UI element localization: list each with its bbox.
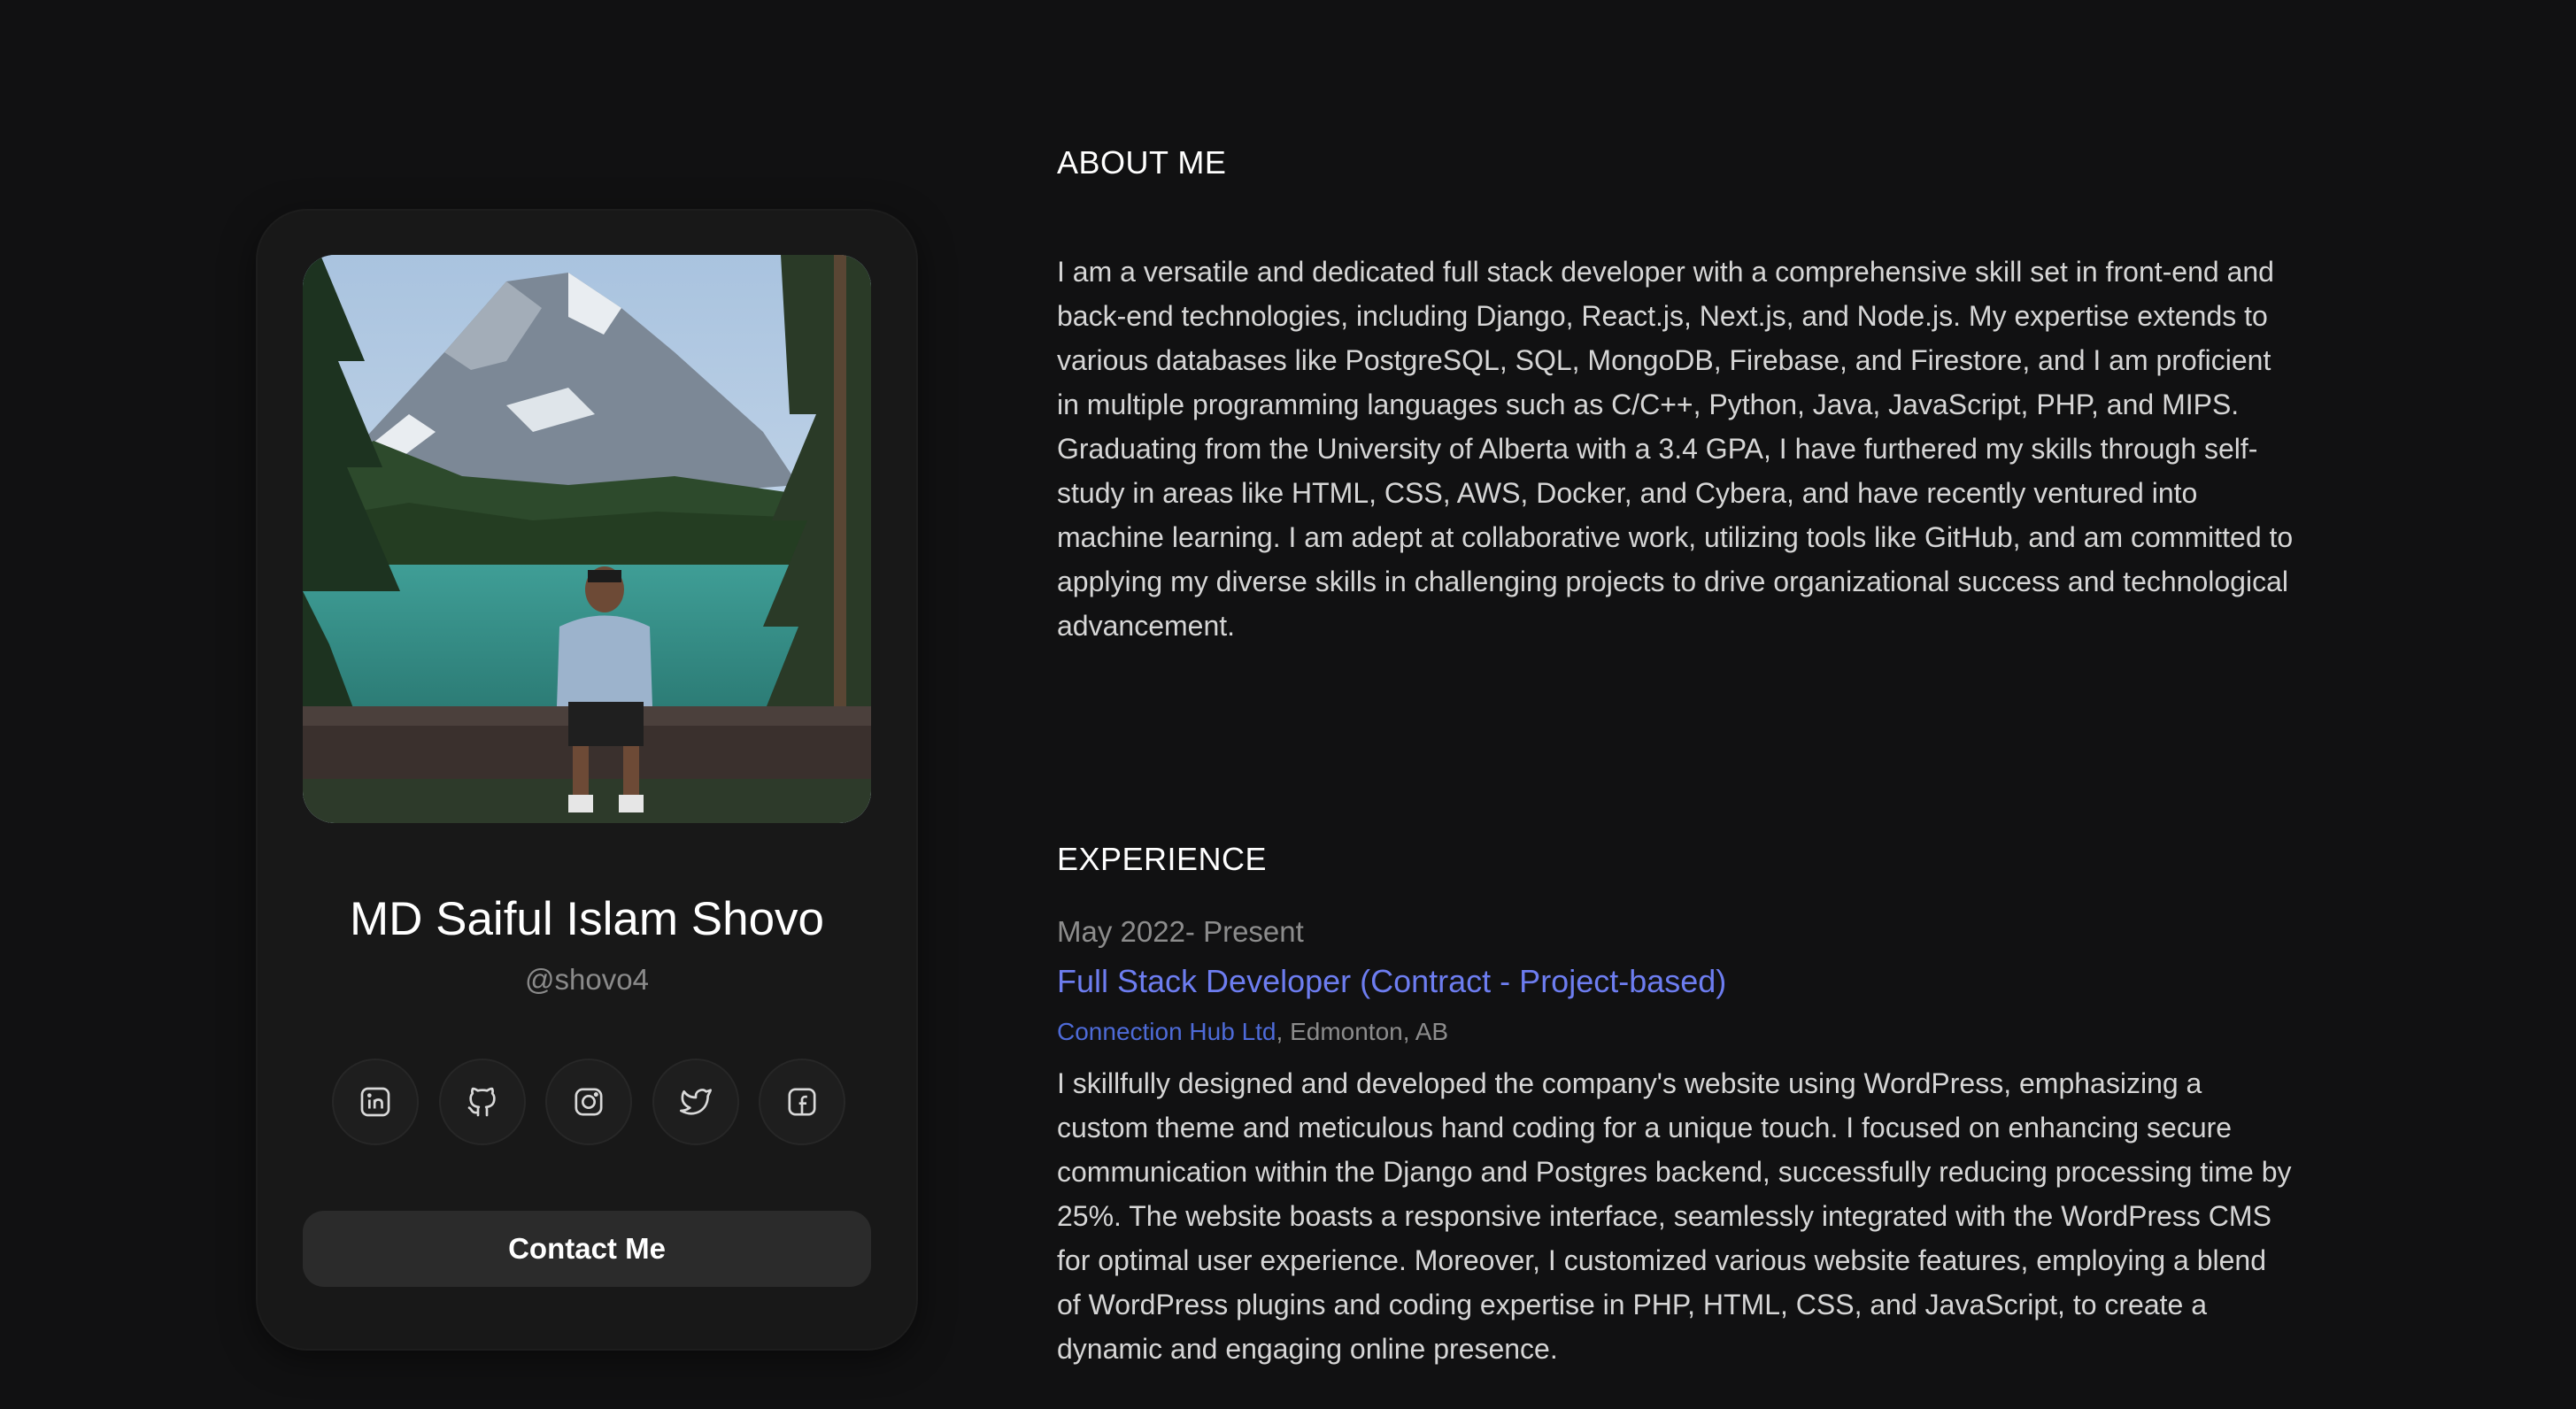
experience-company-link[interactable]: Connection Hub Ltd: [1057, 1018, 1276, 1045]
social-links: [332, 1059, 845, 1147]
portfolio-page: MD Saiful Islam Shovo @shovo4 Contact Me…: [0, 0, 2576, 1409]
linkedin-icon: [360, 1087, 390, 1117]
profile-handle: @shovo4: [525, 963, 649, 996]
profile-photo-illustration: [303, 255, 871, 823]
instagram-icon: [575, 1088, 603, 1116]
linkedin-link[interactable]: [332, 1059, 419, 1145]
about-heading: ABOUT ME: [1057, 144, 1227, 181]
github-link[interactable]: [438, 1059, 526, 1145]
facebook-icon: [788, 1088, 816, 1116]
instagram-link[interactable]: [545, 1059, 632, 1145]
experience-description: I skillfully designed and developed the …: [1057, 1067, 2292, 1365]
facebook-link[interactable]: [759, 1059, 845, 1145]
profile-photo: [303, 255, 871, 823]
contact-button[interactable]: Contact Me: [303, 1211, 871, 1287]
profile-card: MD Saiful Islam Shovo @shovo4 Contact Me: [258, 211, 916, 1349]
twitter-link[interactable]: [652, 1059, 739, 1145]
experience-heading: EXPERIENCE: [1057, 841, 1268, 877]
profile-name: MD Saiful Islam Shovo: [349, 893, 825, 945]
github-icon: [467, 1087, 496, 1117]
experience-date: May 2022- Present: [1057, 915, 1304, 948]
experience-role-link[interactable]: Full Stack Developer (Contract - Project…: [1057, 963, 1726, 1000]
about-text: I am a versatile and dedicated full stac…: [1057, 256, 2294, 642]
experience-company-line: Connection Hub Ltd, Edmonton, AB: [1057, 1018, 1448, 1046]
experience-location: , Edmonton, AB: [1276, 1018, 1449, 1045]
twitter-icon: [679, 1089, 712, 1115]
